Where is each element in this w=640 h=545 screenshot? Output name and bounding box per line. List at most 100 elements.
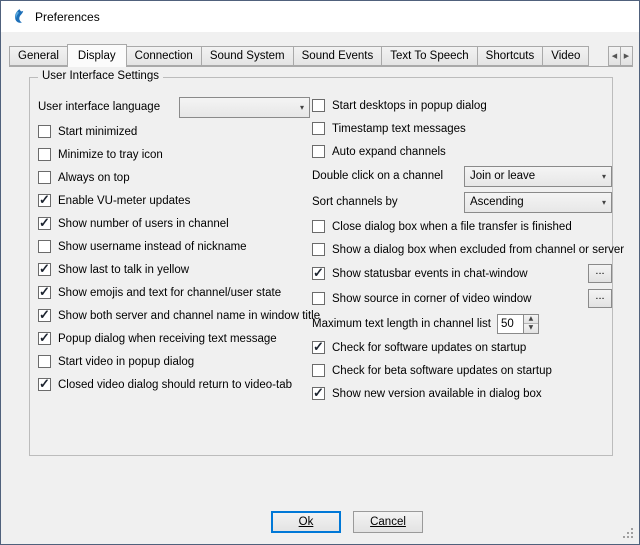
statusbar-events-config-button[interactable]: ... bbox=[588, 264, 612, 283]
checkbox-label: Closed video dialog should return to vid… bbox=[58, 379, 292, 391]
tab[interactable]: Sound System bbox=[201, 46, 294, 66]
checkbox-row[interactable]: Enable VU-meter updates bbox=[38, 189, 310, 212]
language-dropdown[interactable]: ▾ bbox=[179, 97, 310, 118]
checkbox-row[interactable]: Check for software updates on startup bbox=[312, 336, 612, 359]
checkbox[interactable] bbox=[38, 125, 51, 138]
checkbox[interactable] bbox=[312, 220, 325, 233]
user-interface-settings-group: User Interface Settings User interface l… bbox=[29, 77, 613, 456]
tab[interactable]: Shortcuts bbox=[477, 46, 544, 66]
checkbox-label: Close dialog box when a file transfer is… bbox=[332, 221, 572, 233]
checkbox[interactable] bbox=[38, 378, 51, 391]
checkbox-row[interactable]: Always on top bbox=[38, 166, 310, 189]
checkbox-row[interactable]: Closed video dialog should return to vid… bbox=[38, 373, 310, 396]
language-label: User interface language bbox=[38, 101, 160, 113]
tab-label: Text To Speech bbox=[390, 50, 468, 62]
left-column: User interface language ▾ Start minimize… bbox=[38, 94, 310, 396]
video-source-config-button[interactable]: ... bbox=[588, 289, 612, 308]
tab[interactable]: General bbox=[9, 46, 68, 66]
checkbox-label: Timestamp text messages bbox=[332, 123, 466, 135]
checkbox[interactable] bbox=[312, 387, 325, 400]
checkbox[interactable] bbox=[312, 122, 325, 135]
checkbox-row[interactable]: Close dialog box when a file transfer is… bbox=[312, 215, 612, 238]
right-mid-checkbox-list: Close dialog box when a file transfer is… bbox=[312, 215, 612, 261]
checkbox-label: Start video in popup dialog bbox=[58, 356, 194, 368]
checkbox[interactable] bbox=[312, 145, 325, 158]
checkbox-row[interactable]: Show last to talk in yellow bbox=[38, 258, 310, 281]
tab[interactable]: Text To Speech bbox=[381, 46, 477, 66]
checkbox-row[interactable]: Start video in popup dialog bbox=[38, 350, 310, 373]
max-text-length-row: Maximum text length in channel list 50 ▲… bbox=[312, 311, 612, 336]
tab-label: Sound Events bbox=[302, 50, 374, 62]
checkbox-row[interactable]: Show a dialog box when excluded from cha… bbox=[312, 238, 612, 261]
checkbox[interactable] bbox=[312, 364, 325, 377]
tab-label: Video bbox=[551, 50, 580, 62]
ok-button[interactable]: Ok bbox=[271, 511, 341, 533]
checkbox-label: Show number of users in channel bbox=[58, 218, 229, 230]
tab-label: Display bbox=[78, 50, 116, 62]
checkbox[interactable] bbox=[38, 332, 51, 345]
group-title: User Interface Settings bbox=[38, 70, 163, 82]
checkbox[interactable] bbox=[38, 217, 51, 230]
checkbox[interactable] bbox=[312, 243, 325, 256]
checkbox[interactable] bbox=[312, 99, 325, 112]
checkbox-row[interactable]: Start minimized bbox=[38, 120, 310, 143]
checkbox[interactable] bbox=[38, 263, 51, 276]
tab[interactable]: Video bbox=[542, 46, 589, 66]
spinner-down-icon[interactable]: ▼ bbox=[524, 324, 538, 333]
sort-channels-label: Sort channels by bbox=[312, 196, 398, 208]
checkbox-row[interactable]: Show new version available in dialog box bbox=[312, 382, 612, 405]
checkbox[interactable] bbox=[312, 267, 325, 280]
tab[interactable]: Sound Events bbox=[293, 46, 383, 66]
checkbox-row[interactable]: Timestamp text messages bbox=[312, 117, 612, 140]
double-click-dropdown-value: Join or leave bbox=[470, 170, 535, 182]
checkbox[interactable] bbox=[312, 341, 325, 354]
double-click-dropdown[interactable]: Join or leave ▾ bbox=[464, 166, 612, 187]
checkbox-label: Always on top bbox=[58, 172, 130, 184]
checkbox[interactable] bbox=[38, 194, 51, 207]
spinner-up-icon[interactable]: ▲ bbox=[524, 315, 538, 325]
checkbox-row[interactable]: Popup dialog when receiving text message bbox=[38, 327, 310, 350]
checkbox-row[interactable]: Show username instead of nickname bbox=[38, 235, 310, 258]
right-bottom-checkbox-list: Check for software updates on startup Ch… bbox=[312, 336, 612, 405]
checkbox[interactable] bbox=[38, 240, 51, 253]
checkbox-row[interactable]: Show number of users in channel bbox=[38, 212, 310, 235]
checkbox[interactable] bbox=[38, 286, 51, 299]
checkbox-label: Show last to talk in yellow bbox=[58, 264, 189, 276]
checkbox-label: Show both server and channel name in win… bbox=[58, 310, 320, 322]
cancel-button[interactable]: Cancel bbox=[353, 511, 423, 533]
resize-grip[interactable] bbox=[623, 528, 635, 540]
app-icon bbox=[10, 8, 27, 25]
video-source-row: Show source in corner of video window ..… bbox=[312, 286, 612, 311]
checkbox[interactable] bbox=[38, 171, 51, 184]
checkbox[interactable] bbox=[38, 309, 51, 322]
tab[interactable]: Connection bbox=[126, 46, 202, 66]
checkbox-label: Show emojis and text for channel/user st… bbox=[58, 287, 281, 299]
max-text-length-spinner[interactable]: 50 ▲ ▼ bbox=[497, 314, 539, 334]
statusbar-events-row: Show statusbar events in chat-window ... bbox=[312, 261, 612, 286]
checkbox-label: Minimize to tray icon bbox=[58, 149, 163, 161]
checkbox-row[interactable]: Check for beta software updates on start… bbox=[312, 359, 612, 382]
tab[interactable]: Display bbox=[67, 44, 127, 67]
double-click-row: Double click on a channel Join or leave … bbox=[312, 163, 612, 189]
checkbox-row[interactable]: Minimize to tray icon bbox=[38, 143, 310, 166]
left-checkbox-list: Start minimized Minimize to tray icon Al… bbox=[38, 120, 310, 396]
checkbox-row[interactable]: Show both server and channel name in win… bbox=[38, 304, 310, 327]
titlebar[interactable]: Preferences bbox=[1, 1, 639, 32]
sort-channels-dropdown[interactable]: Ascending ▾ bbox=[464, 192, 612, 213]
tab-scroll-right-button[interactable]: ▶ bbox=[620, 46, 633, 66]
checkbox-row[interactable]: Show emojis and text for channel/user st… bbox=[38, 281, 310, 304]
sort-channels-row: Sort channels by Ascending ▾ bbox=[312, 189, 612, 215]
chevron-down-icon: ▾ bbox=[596, 198, 606, 207]
checkbox-label: Show a dialog box when excluded from cha… bbox=[332, 244, 624, 256]
checkbox[interactable] bbox=[38, 148, 51, 161]
sort-channels-dropdown-value: Ascending bbox=[470, 196, 524, 208]
checkbox[interactable] bbox=[38, 355, 51, 368]
checkbox-row[interactable]: Auto expand channels bbox=[312, 140, 612, 163]
checkbox-label: Check for software updates on startup bbox=[332, 342, 526, 354]
checkbox-row[interactable]: Start desktops in popup dialog bbox=[312, 94, 612, 117]
tab-label: Connection bbox=[135, 50, 193, 62]
checkbox[interactable] bbox=[312, 292, 325, 305]
checkbox-label: Auto expand channels bbox=[332, 146, 446, 158]
right-column: Start desktops in popup dialog Timestamp… bbox=[312, 94, 612, 405]
checkbox-label: Show new version available in dialog box bbox=[332, 388, 542, 400]
